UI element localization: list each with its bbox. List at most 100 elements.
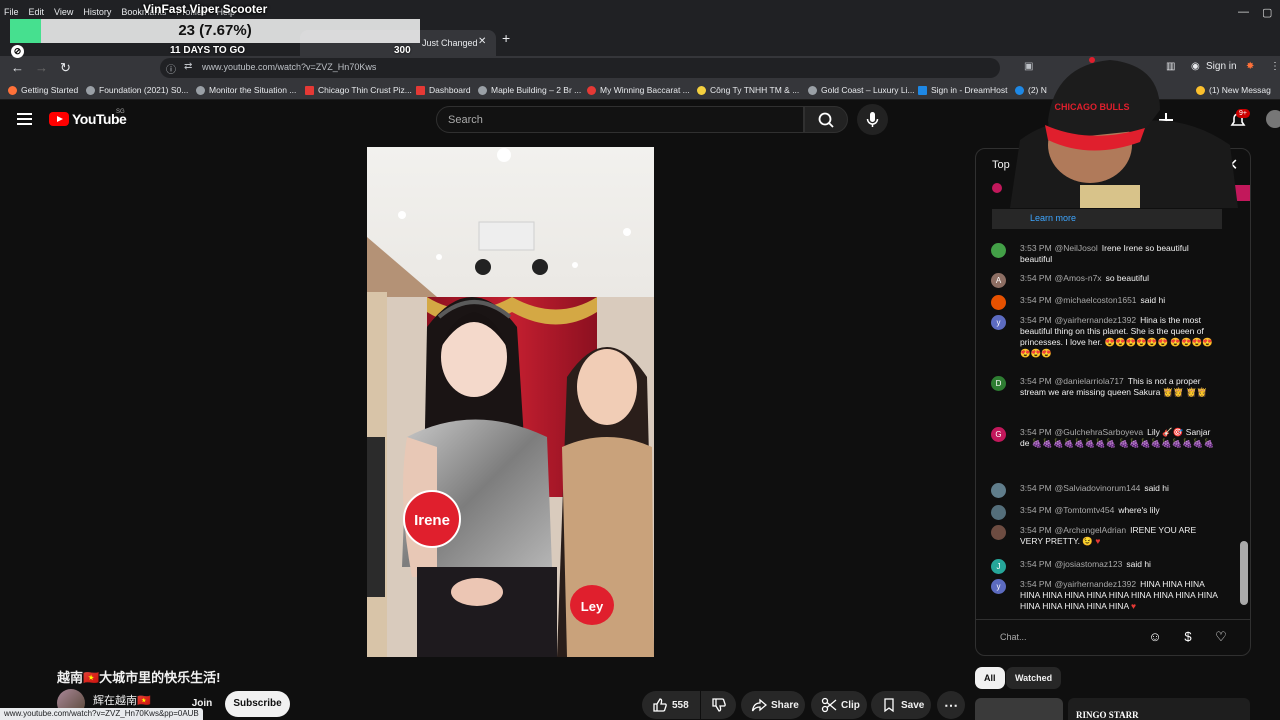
- search-input[interactable]: Search: [436, 106, 804, 133]
- bookmark-label: Dashboard: [429, 85, 471, 95]
- chat-message[interactable]: 3:54 PM @ArchangelAdrian IRENE YOU ARE VER…: [991, 525, 1221, 547]
- chat-time: 3:54 PM: [1020, 525, 1052, 535]
- chat-message[interactable]: 3:54 PM @michaelcoston1651 said hi: [991, 295, 1221, 310]
- browser-menu-icon[interactable]: ⋮: [1270, 61, 1280, 72]
- chat-scrollbar-thumb[interactable]: [1240, 541, 1248, 605]
- reload-icon[interactable]: ↻: [60, 60, 71, 76]
- info-banner: Learn more: [992, 209, 1222, 229]
- bookmark-label: Sign in - DreamHost: [931, 85, 1008, 95]
- recommended-thumbnail[interactable]: RINGO STARR: [1068, 698, 1250, 720]
- save-button[interactable]: Save: [871, 691, 931, 719]
- chat-message[interactable]: G 3:54 PM @GulchehraSarboyeva Lily 🎸🎯 Sanj…: [991, 427, 1221, 449]
- chat-author[interactable]: @Tomtomtv454: [1055, 505, 1115, 515]
- chat-message[interactable]: 3:53 PM @NeilJosol Irene Irene so beautifu…: [991, 243, 1221, 265]
- chat-avatar[interactable]: J: [991, 559, 1006, 574]
- maximize-icon[interactable]: ▢: [1262, 6, 1272, 19]
- chat-author[interactable]: @NeilJosol: [1055, 243, 1098, 253]
- voice-search-button[interactable]: [857, 104, 888, 135]
- bookmark-label: Chicago Thin Crust Piz...: [318, 85, 412, 95]
- video-player[interactable]: Irene Ley: [367, 147, 654, 657]
- minimize-icon[interactable]: —: [1238, 6, 1249, 18]
- channel-name[interactable]: 辉在越南🇻🇳: [93, 692, 151, 708]
- back-icon[interactable]: ←: [11, 60, 24, 75]
- learn-more-link[interactable]: Learn more: [1030, 213, 1076, 223]
- chat-avatar[interactable]: [991, 295, 1006, 310]
- bookmark-favicon-icon: [196, 85, 205, 95]
- site-info-icon[interactable]: ⓘ: [166, 61, 176, 76]
- chat-avatar[interactable]: A: [991, 273, 1006, 288]
- chat-time: 3:54 PM: [1020, 273, 1052, 283]
- bookmark-favicon-icon: [305, 85, 314, 95]
- super-chat-icon[interactable]: $: [1179, 628, 1197, 646]
- chat-message[interactable]: 3:54 PM @Tomtomtv454 where's lily: [991, 505, 1221, 520]
- bookmark-icon: [884, 698, 894, 713]
- chat-author[interactable]: @danielarriola717: [1055, 376, 1124, 386]
- chat-author[interactable]: @Salviadovinorum144: [1055, 483, 1141, 493]
- bookmark-item[interactable]: Sign in - DreamHost: [918, 85, 1008, 95]
- chat-author[interactable]: @yairhernandez1392: [1055, 579, 1136, 589]
- chat-message[interactable]: 3:54 PM @Salviadovinorum144 said hi: [991, 483, 1221, 498]
- status-bar-url: www.youtube.com/watch?v=ZVZ_Hn70Kws&pp=0…: [0, 708, 203, 720]
- chat-avatar[interactable]: D: [991, 376, 1006, 391]
- chat-author[interactable]: @josiastomaz123: [1055, 559, 1123, 569]
- thumbs-up-icon: [653, 698, 667, 712]
- subscribe-button[interactable]: Subscribe: [225, 691, 290, 717]
- chat-avatar[interactable]: G: [991, 427, 1006, 442]
- share-button[interactable]: Share: [741, 691, 805, 719]
- chat-avatar[interactable]: y: [991, 315, 1006, 330]
- bookmark-item[interactable]: Chicago Thin Crust Piz...: [305, 85, 412, 95]
- extension-icon[interactable]: ✸: [1246, 61, 1254, 72]
- clip-label: Clip: [841, 699, 860, 711]
- filter-chip-watched[interactable]: Watched: [1006, 667, 1062, 689]
- chat-message[interactable]: y 3:54 PM @yairhernandez1392 Hina is the m…: [991, 315, 1221, 359]
- page-controls-icon[interactable]: ⇄: [184, 61, 192, 72]
- chat-input[interactable]: Chat...: [988, 627, 1138, 647]
- bookmark-item[interactable]: Dashboard: [416, 85, 471, 95]
- chat-avatar[interactable]: y: [991, 579, 1006, 594]
- save-label: Save: [901, 699, 925, 711]
- chat-message[interactable]: A 3:54 PM @Amos-n7x so beautiful: [991, 273, 1221, 288]
- address-bar[interactable]: ⓘ ⇄ www.youtube.com/watch?v=ZVZ_Hn70Kws …: [160, 58, 1033, 78]
- recommended-thumbnail[interactable]: [975, 698, 1063, 720]
- bookmark-label: Công Ty TNHH TM & ...: [710, 85, 800, 95]
- chat-author[interactable]: @Amos-n7x: [1055, 273, 1102, 283]
- tab-close-icon[interactable]: ✕: [478, 36, 486, 47]
- bookmark-item[interactable]: Maple Building – 2 Br ...: [478, 85, 581, 95]
- more-actions-button[interactable]: ⋯: [937, 691, 965, 719]
- chat-message[interactable]: D 3:54 PM @danielarriola717 This is not a …: [991, 376, 1221, 398]
- bookmark-item[interactable]: Gold Coast – Luxury Li...: [808, 85, 915, 95]
- new-tab-icon[interactable]: +: [502, 30, 510, 46]
- heart-reaction-icon[interactable]: ♡: [1212, 628, 1230, 646]
- chat-time: 3:54 PM: [1020, 427, 1052, 437]
- like-button[interactable]: 558: [642, 691, 700, 719]
- search-button[interactable]: [804, 106, 848, 133]
- bookmark-item[interactable]: Monitor the Situation ...: [196, 85, 296, 95]
- chat-avatar[interactable]: [991, 243, 1006, 258]
- bookmark-favicon-icon: [918, 85, 927, 95]
- chat-author[interactable]: @ArchangelAdrian: [1055, 525, 1126, 535]
- chat-avatar[interactable]: [991, 525, 1006, 540]
- goal-days-left: 11 DAYS TO GO: [170, 45, 246, 56]
- avatar[interactable]: [1266, 110, 1280, 128]
- bookmark-favicon-icon: [416, 85, 425, 95]
- chat-author[interactable]: @michaelcoston1651: [1055, 295, 1137, 305]
- bookmark-item[interactable]: Công Ty TNHH TM & ...: [697, 85, 799, 95]
- bookmark-item[interactable]: Foundation (2021) S0...: [86, 85, 188, 95]
- chat-author[interactable]: @GulchehraSarboyeva: [1055, 427, 1143, 437]
- goal-logo-icon: ⊘: [11, 45, 24, 58]
- chat-author[interactable]: @yairhernandez1392: [1055, 315, 1136, 325]
- forward-icon[interactable]: →: [35, 60, 48, 75]
- dislike-button[interactable]: [701, 691, 736, 719]
- bookmark-item[interactable]: My Winning Baccarat ...: [587, 85, 690, 95]
- chat-message[interactable]: J 3:54 PM @josiastomaz123 said hi: [991, 559, 1221, 574]
- filter-chip-all[interactable]: All: [975, 667, 1005, 689]
- bookmark-item[interactable]: Getting Started: [8, 85, 78, 95]
- youtube-logo-icon[interactable]: [49, 112, 69, 126]
- hamburger-menu-icon[interactable]: [17, 113, 32, 125]
- clip-button[interactable]: Clip: [811, 691, 867, 719]
- chat-avatar[interactable]: [991, 505, 1006, 520]
- chat-message[interactable]: y 3:54 PM @yairhernandez1392 HINA HINA HIN…: [991, 579, 1221, 612]
- chat-divider: [976, 619, 1250, 620]
- chat-avatar[interactable]: [991, 483, 1006, 498]
- emoji-icon[interactable]: ☺: [1146, 628, 1164, 646]
